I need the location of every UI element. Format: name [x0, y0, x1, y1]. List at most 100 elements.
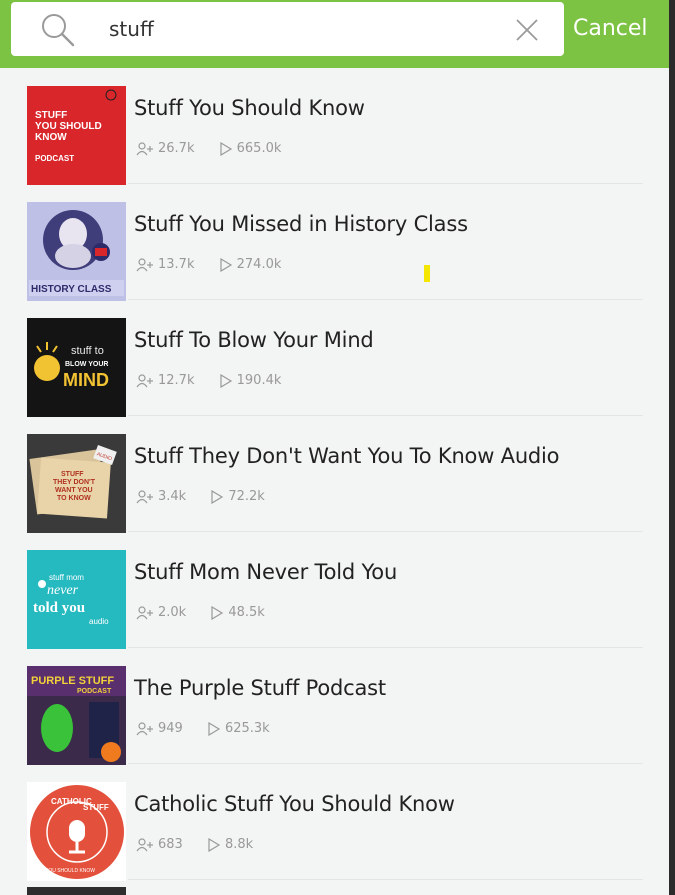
- podcast-artwork[interactable]: STUFF YOU SHOULD KNOW PODCAST: [27, 86, 126, 185]
- add-user-icon: [136, 489, 153, 503]
- subscriber-count: 683: [136, 837, 183, 852]
- art-tag: audio: [89, 617, 109, 626]
- podcast-stats: 12.7k 190.4k: [136, 373, 301, 392]
- podcast-title[interactable]: Stuff To Blow Your Mind: [134, 328, 374, 352]
- play-icon: [220, 141, 232, 156]
- add-user-icon: [136, 373, 153, 387]
- clear-icon[interactable]: [514, 17, 540, 43]
- search-icon: [42, 14, 75, 47]
- play-count-value: 8.8k: [224, 837, 254, 852]
- play-count: 625.3k: [207, 721, 270, 736]
- art-line-2: never: [47, 583, 79, 598]
- add-user-icon: [136, 257, 153, 271]
- search-input[interactable]: [97, 14, 509, 44]
- play-count-value: 190.4k: [236, 373, 282, 388]
- play-count: 665.0k: [219, 141, 282, 156]
- podcast-artwork[interactable]: HISTORY CLASS: [27, 202, 126, 301]
- podcast-title[interactable]: Stuff They Don't Want You To Know Audio: [134, 444, 560, 468]
- podcast-stats: 2.0k 48.5k: [136, 605, 285, 624]
- play-count-value: 274.0k: [236, 257, 282, 272]
- art-line-2: BLOW YOUR: [65, 361, 108, 368]
- art-line-1: STUFF: [35, 110, 67, 121]
- podcast-stats: 949 625.3k: [136, 721, 290, 740]
- subscriber-count-value: 26.7k: [158, 141, 195, 156]
- subscriber-count-value: 949: [158, 721, 183, 736]
- play-icon: [211, 489, 224, 504]
- art-tag: PODCAST: [77, 688, 112, 695]
- play-icon: [220, 257, 232, 272]
- art-line-2: THEY DON'T: [53, 479, 96, 486]
- play-icon: [208, 721, 221, 736]
- play-count: 48.5k: [210, 605, 265, 620]
- podcast-title[interactable]: The Purple Stuff Podcast: [134, 676, 386, 700]
- play-count: 274.0k: [219, 257, 282, 272]
- play-count: 72.2k: [210, 489, 265, 504]
- app-window: Cancel STUFF YOU SHOULD KNOW PODCAST Stu…: [0, 0, 669, 895]
- add-user-icon: [136, 721, 153, 735]
- podcast-stats: 26.7k 665.0k: [136, 141, 301, 160]
- podcast-stats: 683 8.8k: [136, 837, 273, 856]
- subscriber-count-value: 13.7k: [158, 257, 195, 272]
- subscriber-count: 26.7k: [136, 141, 194, 156]
- art-line-3: KNOW: [35, 132, 67, 143]
- subscriber-count: 12.7k: [136, 373, 194, 388]
- cancel-button[interactable]: Cancel: [573, 15, 648, 43]
- art-line-4: TO KNOW: [57, 495, 91, 502]
- subscriber-count: 949: [136, 721, 183, 736]
- play-count-value: 665.0k: [236, 141, 282, 156]
- play-count: 8.8k: [207, 837, 253, 852]
- podcast-row[interactable]: PURPLE STUFF PODCAST The Purple Stuff Po…: [0, 648, 669, 765]
- add-user-icon: [136, 141, 153, 155]
- play-count-value: 625.3k: [224, 721, 270, 736]
- art-line-3: told you: [33, 600, 85, 616]
- add-user-icon: [136, 837, 153, 851]
- podcast-artwork[interactable]: stuff mom never told you audio: [27, 550, 126, 649]
- podcast-artwork[interactable]: PURPLE STUFF PODCAST: [27, 666, 126, 765]
- subscriber-count: 3.4k: [136, 489, 186, 504]
- subscriber-count: 2.0k: [136, 605, 186, 620]
- podcast-row[interactable]: HISTORY CLASS Stuff You Missed in Histor…: [0, 184, 669, 301]
- art-line-2: STUFF: [83, 803, 109, 812]
- art-line-1: PURPLE STUFF: [31, 675, 114, 687]
- play-count-value: 48.5k: [228, 605, 265, 620]
- subscriber-count: 13.7k: [136, 257, 194, 272]
- art-line-3: YOU SHOULD KNOW: [45, 868, 95, 874]
- play-icon: [220, 373, 232, 388]
- podcast-artwork[interactable]: stuff to BLOW YOUR MIND: [27, 318, 126, 417]
- podcast-stats: 13.7k 274.0k: [136, 257, 301, 276]
- art-tag: PODCAST: [35, 154, 74, 163]
- podcast-artwork[interactable]: AUDIO STUFF THEY DON'T WANT YOU TO KNOW: [27, 434, 126, 533]
- art-line-1: STUFF: [61, 471, 84, 478]
- art-line-1: stuff mom: [49, 573, 84, 582]
- podcast-stats: 3.4k 72.2k: [136, 489, 285, 508]
- art-line-3: MIND: [63, 370, 109, 390]
- podcast-row[interactable]: AUDIO STUFF THEY DON'T WANT YOU TO KNOW …: [0, 416, 669, 533]
- podcast-title[interactable]: Stuff You Should Know: [134, 96, 365, 120]
- next-result-artwork[interactable]: [27, 887, 126, 895]
- add-user-icon: [136, 605, 153, 619]
- search-box[interactable]: [11, 2, 564, 56]
- podcast-row[interactable]: stuff to BLOW YOUR MIND Stuff To Blow Yo…: [0, 300, 669, 417]
- play-count: 190.4k: [219, 373, 282, 388]
- art-line-3: WANT YOU: [55, 487, 93, 494]
- search-bar: Cancel: [0, 0, 669, 68]
- podcast-artwork[interactable]: CATHOLIC STUFF YOU SHOULD KNOW: [27, 782, 126, 881]
- art-line-2: YOU SHOULD: [35, 121, 102, 132]
- results-list: STUFF YOU SHOULD KNOW PODCAST Stuff You …: [0, 68, 669, 881]
- podcast-row[interactable]: stuff mom never told you audio Stuff Mom…: [0, 532, 669, 649]
- subscriber-count-value: 12.7k: [158, 373, 195, 388]
- podcast-title[interactable]: Stuff Mom Never Told You: [134, 560, 397, 584]
- podcast-row[interactable]: CATHOLIC STUFF YOU SHOULD KNOW Catholic …: [0, 764, 669, 881]
- play-icon: [208, 837, 221, 852]
- art-caption: HISTORY CLASS: [31, 284, 112, 295]
- podcast-title[interactable]: Stuff You Missed in History Class: [134, 212, 468, 236]
- podcast-title[interactable]: Catholic Stuff You Should Know: [134, 792, 455, 816]
- subscriber-count-value: 683: [158, 837, 183, 852]
- play-count-value: 72.2k: [228, 489, 265, 504]
- cursor-marker: [424, 265, 430, 282]
- podcast-row[interactable]: STUFF YOU SHOULD KNOW PODCAST Stuff You …: [0, 68, 669, 185]
- subscriber-count-value: 2.0k: [158, 605, 187, 620]
- subscriber-count-value: 3.4k: [158, 489, 187, 504]
- art-line-1: stuff to: [71, 345, 104, 357]
- play-icon: [211, 605, 224, 620]
